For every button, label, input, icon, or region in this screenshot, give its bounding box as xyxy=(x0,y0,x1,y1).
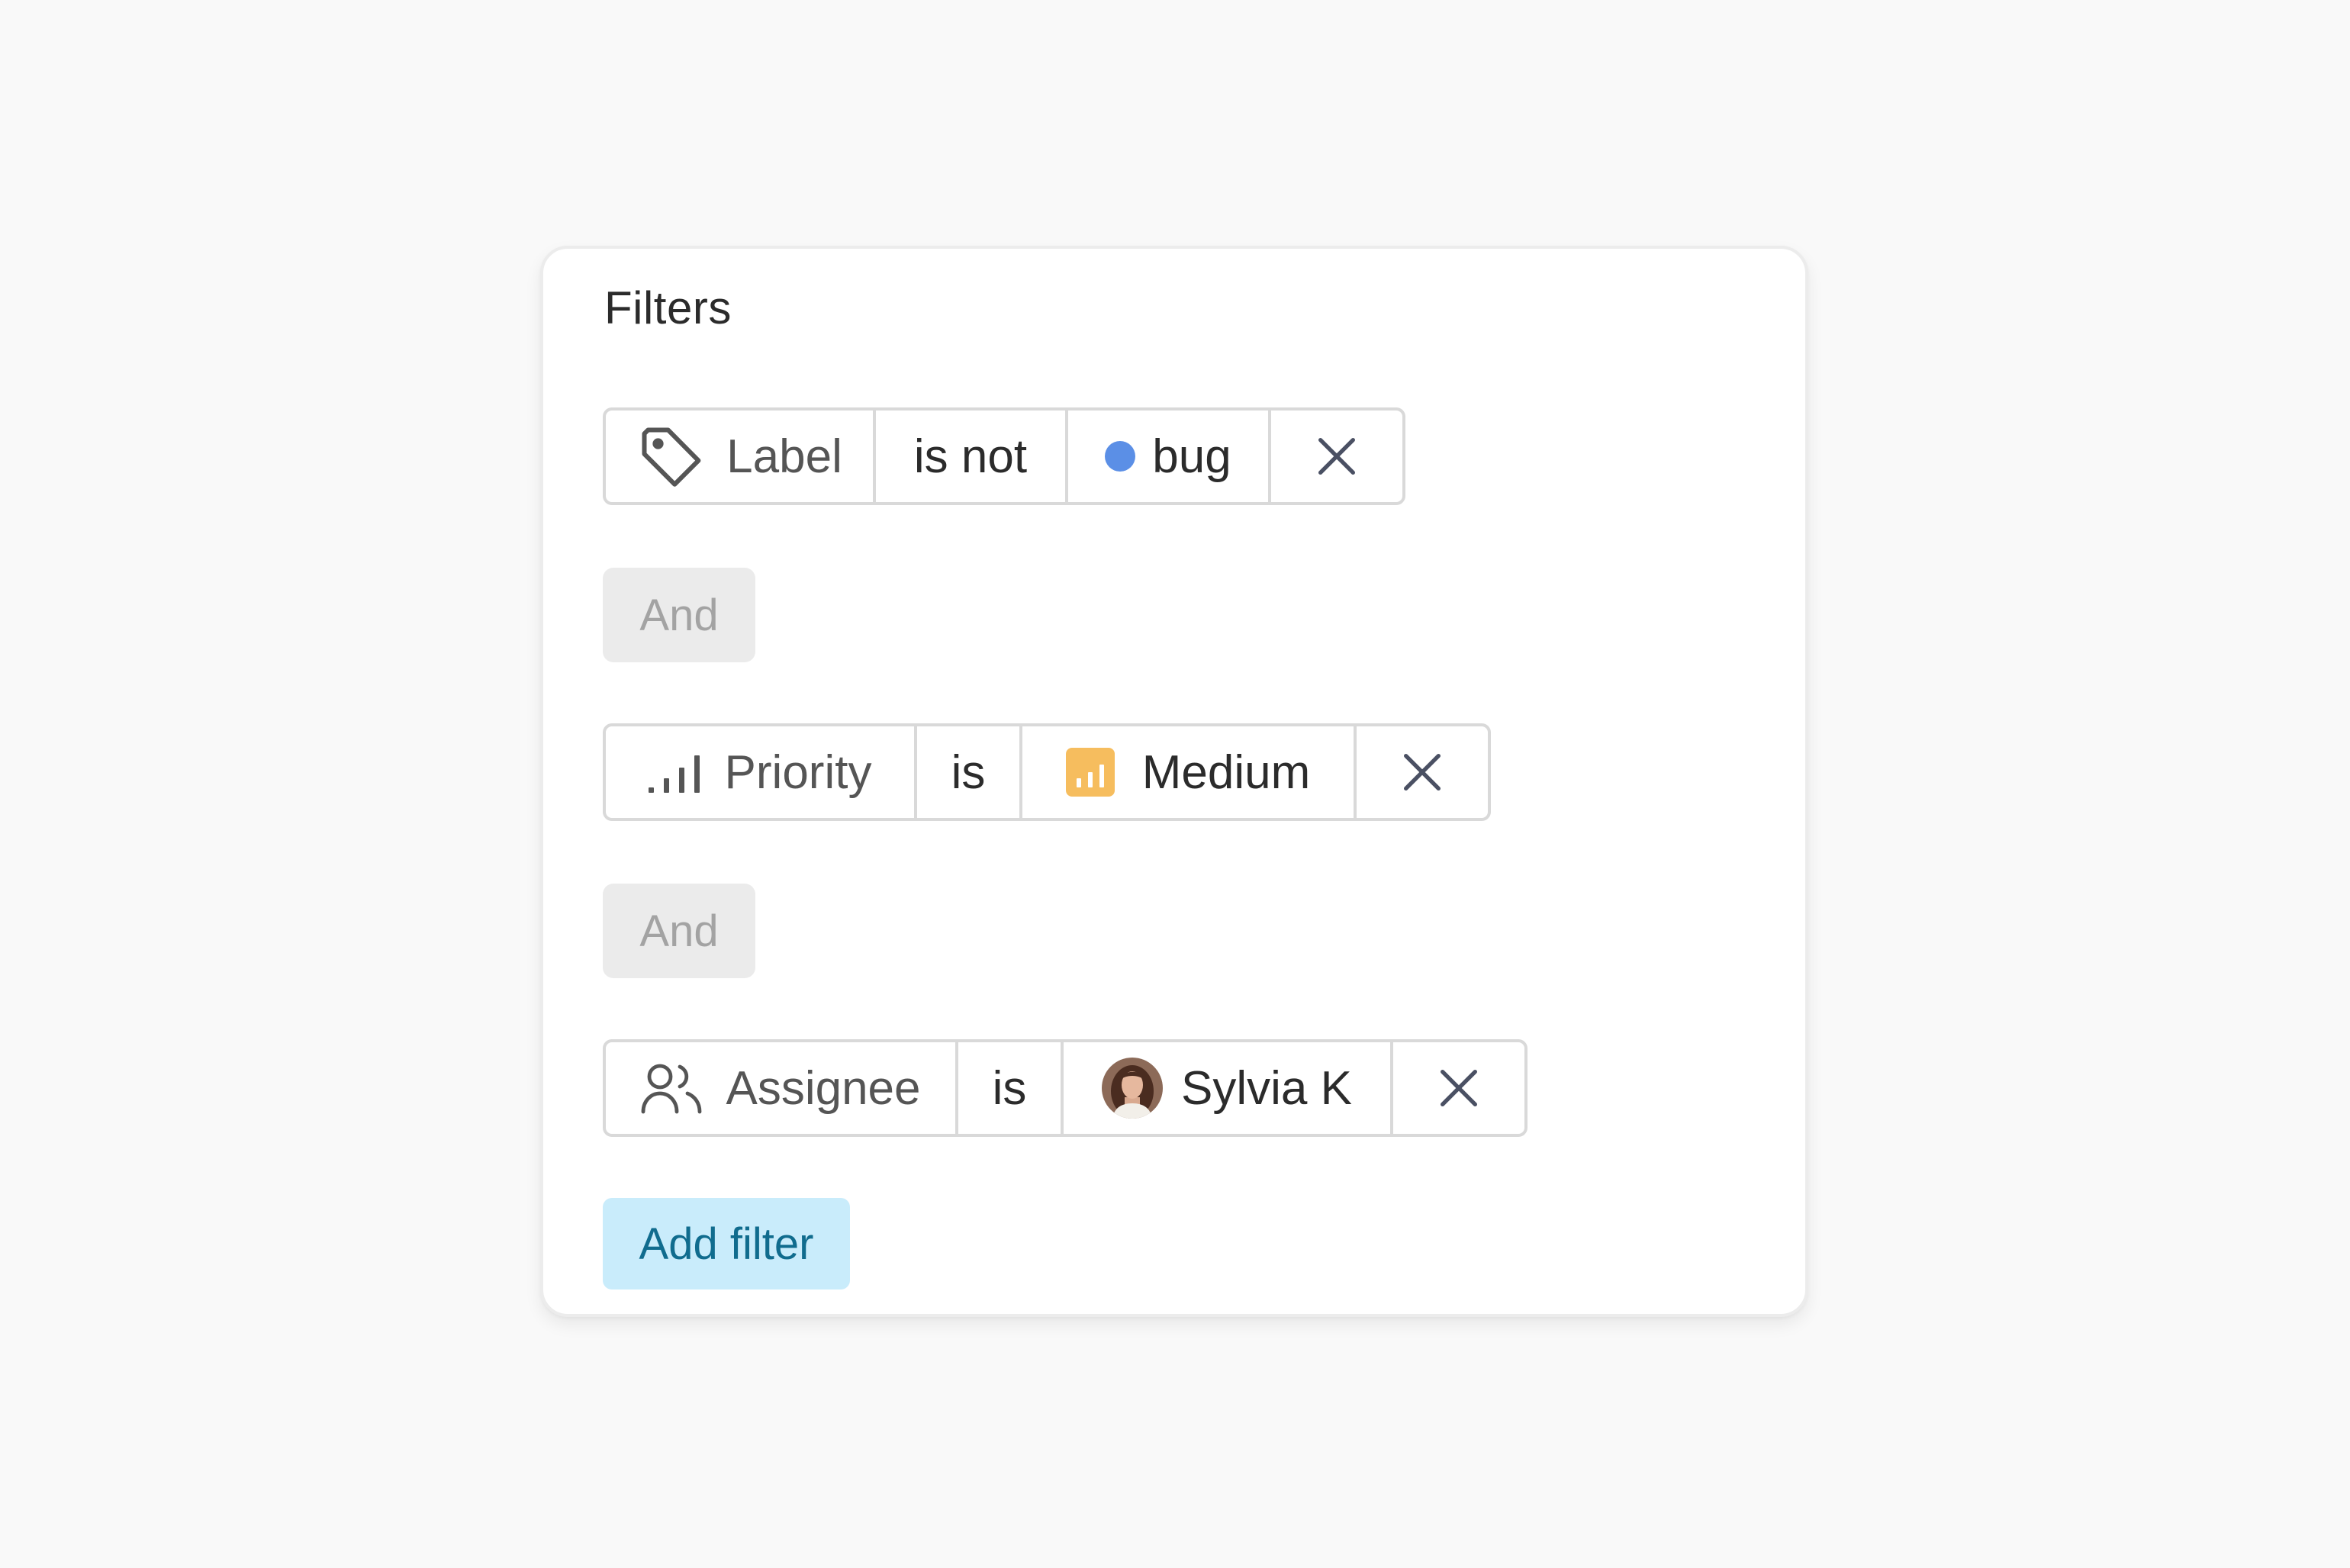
filter-operator-label: is xyxy=(992,1061,1027,1115)
filter-value-button[interactable]: Medium xyxy=(1022,726,1357,818)
avatar xyxy=(1102,1058,1164,1119)
filter-field-button[interactable]: Assignee xyxy=(606,1042,958,1134)
filter-value-button[interactable]: bug xyxy=(1068,411,1271,502)
filter-operator-label: is not xyxy=(913,430,1028,483)
filter-operator-button[interactable]: is xyxy=(958,1042,1064,1134)
remove-filter-button[interactable] xyxy=(1357,726,1488,818)
filter-chip-assignee: Assignee is Sylvia K xyxy=(603,1039,1528,1137)
remove-filter-button[interactable] xyxy=(1271,411,1402,502)
and-connector[interactable]: And xyxy=(603,884,755,978)
filter-operator-label: is xyxy=(951,745,986,799)
priority-medium-icon xyxy=(1065,748,1115,797)
filter-operator-button[interactable]: is xyxy=(917,726,1022,818)
users-icon xyxy=(640,1061,704,1115)
panel-title: Filters xyxy=(604,282,732,333)
close-icon xyxy=(1434,1064,1483,1112)
remove-filter-button[interactable] xyxy=(1393,1042,1524,1134)
close-icon xyxy=(1398,748,1447,797)
filter-field-label: Label xyxy=(726,430,842,483)
and-connector[interactable]: And xyxy=(603,568,755,662)
filter-field-button[interactable]: Priority xyxy=(606,726,917,818)
filter-field-label: Assignee xyxy=(726,1061,921,1115)
add-filter-button[interactable]: Add filter xyxy=(603,1198,850,1289)
signal-bars-icon xyxy=(648,749,703,795)
filter-chip-priority: Priority is Medium xyxy=(603,723,1491,821)
filter-value-label: bug xyxy=(1152,430,1231,483)
filter-chip-label: Label is not bug xyxy=(603,407,1405,505)
filter-value-label: Sylvia K xyxy=(1181,1061,1352,1115)
filter-field-button[interactable]: Label xyxy=(606,411,876,502)
filter-field-label: Priority xyxy=(724,745,872,799)
filter-value-button[interactable]: Sylvia K xyxy=(1064,1042,1393,1134)
filters-panel: Filters Label is not bug And Priority is… xyxy=(540,246,1808,1317)
dot-icon xyxy=(1105,441,1136,472)
filter-operator-button[interactable]: is not xyxy=(876,411,1068,502)
tag-icon xyxy=(636,422,705,491)
filter-value-label: Medium xyxy=(1141,745,1311,799)
close-icon xyxy=(1312,432,1361,481)
